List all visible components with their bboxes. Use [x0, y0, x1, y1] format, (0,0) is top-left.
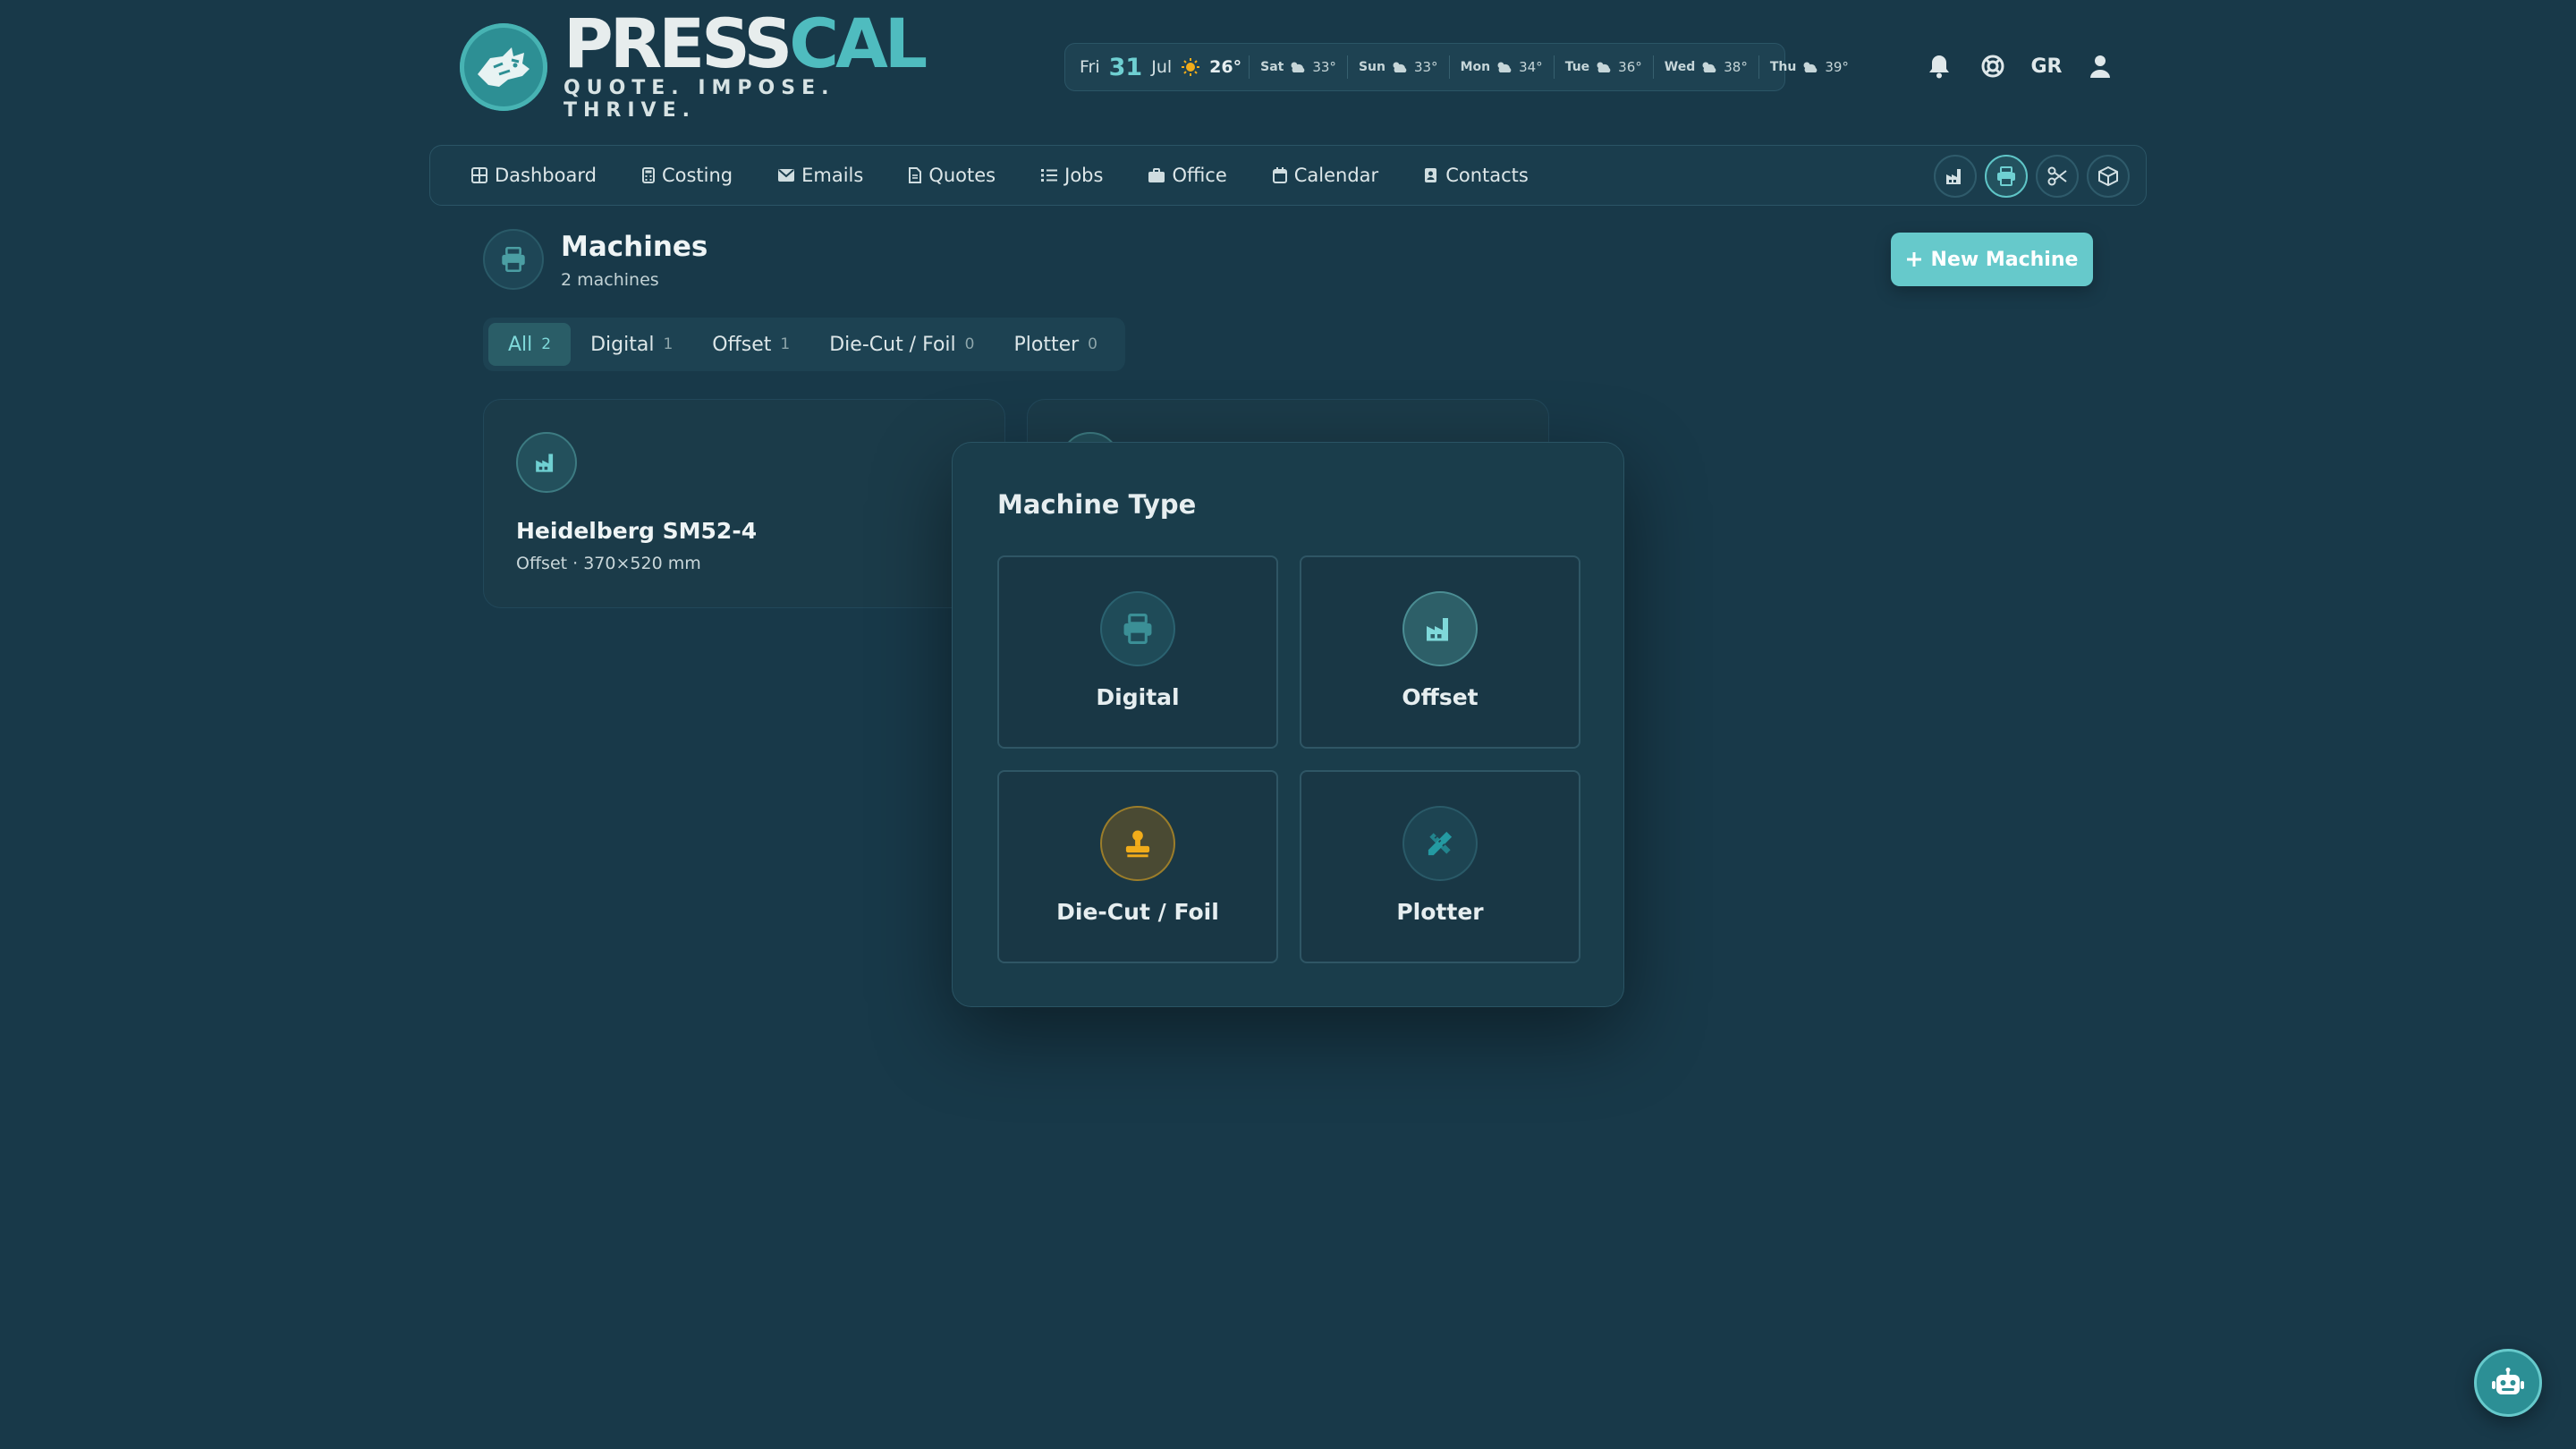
- calendar-icon: [1272, 167, 1287, 183]
- factory-icon: [516, 432, 577, 493]
- type-option-plotter[interactable]: Plotter: [1300, 770, 1580, 963]
- weather-today-month: Jul: [1151, 57, 1173, 77]
- assistant-bot-button[interactable]: [2474, 1349, 2542, 1417]
- page-title: Machines: [561, 231, 708, 263]
- weather-forecast-day: Thu 39°: [1758, 55, 1860, 79]
- robot-icon: [2491, 1368, 2525, 1398]
- type-option-offset[interactable]: Offset: [1300, 555, 1580, 749]
- filter-digital[interactable]: Digital 1: [571, 323, 692, 366]
- nav-item-costing[interactable]: Costing: [641, 165, 733, 186]
- filter-count: 0: [1088, 335, 1097, 353]
- brand-name: PRESSCAL: [564, 4, 928, 83]
- brand-logo[interactable]: PRESSCAL QUOTE. IMPOSE. THRIVE.: [460, 10, 937, 122]
- calculator-icon: [641, 167, 655, 183]
- nav-item-calendar[interactable]: Calendar: [1272, 165, 1378, 186]
- grid-icon: [471, 167, 487, 183]
- type-option-digital[interactable]: Digital: [997, 555, 1278, 749]
- main-nav: Dashboard Costing Emails Quotes Jobs Off…: [429, 145, 2147, 206]
- filter-count: 2: [541, 335, 552, 353]
- list-icon: [1041, 168, 1058, 182]
- stamp-icon: [1100, 806, 1175, 881]
- nav-item-contacts[interactable]: Contacts: [1424, 165, 1529, 186]
- printer-icon: [483, 229, 544, 290]
- weather-forecast-day: Tue 36°: [1553, 55, 1653, 79]
- machine-card[interactable]: Heidelberg SM52-4 Offset · 370×520 mm: [483, 399, 1005, 608]
- factory-icon[interactable]: [1934, 155, 1977, 198]
- brand-tagline: QUOTE. IMPOSE. THRIVE.: [564, 77, 835, 122]
- dialog-title: Machine Type: [997, 489, 1197, 520]
- box-icon[interactable]: [2087, 155, 2130, 198]
- filter-count: 1: [663, 335, 674, 353]
- briefcase-icon: [1148, 168, 1165, 182]
- machine-details: Offset · 370×520 mm: [516, 554, 701, 573]
- printer-icon[interactable]: [1985, 155, 2028, 198]
- nav-item-emails[interactable]: Emails: [778, 165, 863, 186]
- user-icon[interactable]: [2082, 48, 2118, 84]
- nav-item-office[interactable]: Office: [1148, 165, 1227, 186]
- printer-icon: [1100, 591, 1175, 666]
- machine-count: 2 machines: [561, 270, 659, 290]
- factory-icon: [1402, 591, 1478, 666]
- nav-item-dashboard[interactable]: Dashboard: [471, 165, 597, 186]
- weather-forecast-day: Sun 33°: [1346, 55, 1449, 79]
- weather-forecast: Sat 33° Sun 33° Mon 34° Tue 36° Wed 38° …: [1249, 55, 1860, 79]
- document-icon: [909, 167, 922, 183]
- filter-count: 1: [780, 335, 791, 353]
- weather-today: Fri 31 Jul 26°: [1080, 54, 1241, 81]
- bell-icon[interactable]: [1921, 48, 1957, 84]
- weather-today-day: Fri: [1080, 57, 1100, 77]
- cloud-sun-icon: [1391, 60, 1409, 74]
- scissors-icon[interactable]: [2036, 155, 2079, 198]
- weather-forecast-day: Sat 33°: [1249, 55, 1347, 79]
- machine-name: Heidelberg SM52-4: [516, 518, 758, 544]
- address-book-icon: [1424, 167, 1438, 183]
- envelope-icon: [778, 169, 795, 182]
- weather-forecast-day: Mon 34°: [1448, 55, 1554, 79]
- filter-die-cut-foil[interactable]: Die-Cut / Foil 0: [809, 323, 994, 366]
- weather-forecast-day: Wed 38°: [1652, 55, 1758, 79]
- filter-count: 0: [964, 335, 975, 353]
- cloud-sun-icon: [1700, 60, 1718, 74]
- language-toggle[interactable]: GR: [2029, 55, 2064, 78]
- header-actions: GR: [1921, 48, 2136, 84]
- nav-item-quotes[interactable]: Quotes: [909, 165, 996, 186]
- weather-widget[interactable]: Fri 31 Jul 26° Sat 33° Sun 33° Mon 34° T…: [1064, 43, 1849, 91]
- filter-all[interactable]: All 2: [488, 323, 572, 366]
- filter-plotter[interactable]: Plotter 0: [994, 323, 1117, 366]
- machine-type-dialog: Machine Type Digital Offset Die-Cut / Fo…: [952, 442, 1624, 1007]
- machine-type-filters: All 2 Digital 1 Offset 1 Die-Cut / Foil …: [483, 318, 1125, 371]
- weather-today-date: 31: [1108, 53, 1143, 81]
- machine-category-shortcuts: [1934, 155, 2130, 198]
- cloud-sun-icon: [1496, 60, 1513, 74]
- sun-icon: [1181, 57, 1200, 77]
- plus-icon: [1906, 251, 1922, 267]
- filter-offset[interactable]: Offset 1: [692, 323, 809, 366]
- cloud-sun-icon: [1289, 60, 1307, 74]
- cloud-sun-icon: [1801, 60, 1819, 74]
- nav-item-jobs[interactable]: Jobs: [1041, 165, 1103, 186]
- cloud-sun-icon: [1595, 60, 1613, 74]
- type-option-die-cut-foil[interactable]: Die-Cut / Foil: [997, 770, 1278, 963]
- new-machine-button[interactable]: New Machine: [1891, 233, 2093, 286]
- rhino-logo-icon: [460, 23, 547, 111]
- pencil-ruler-icon: [1402, 806, 1478, 881]
- weather-today-temp: 26°: [1209, 57, 1242, 77]
- lifebuoy-icon[interactable]: [1975, 48, 2011, 84]
